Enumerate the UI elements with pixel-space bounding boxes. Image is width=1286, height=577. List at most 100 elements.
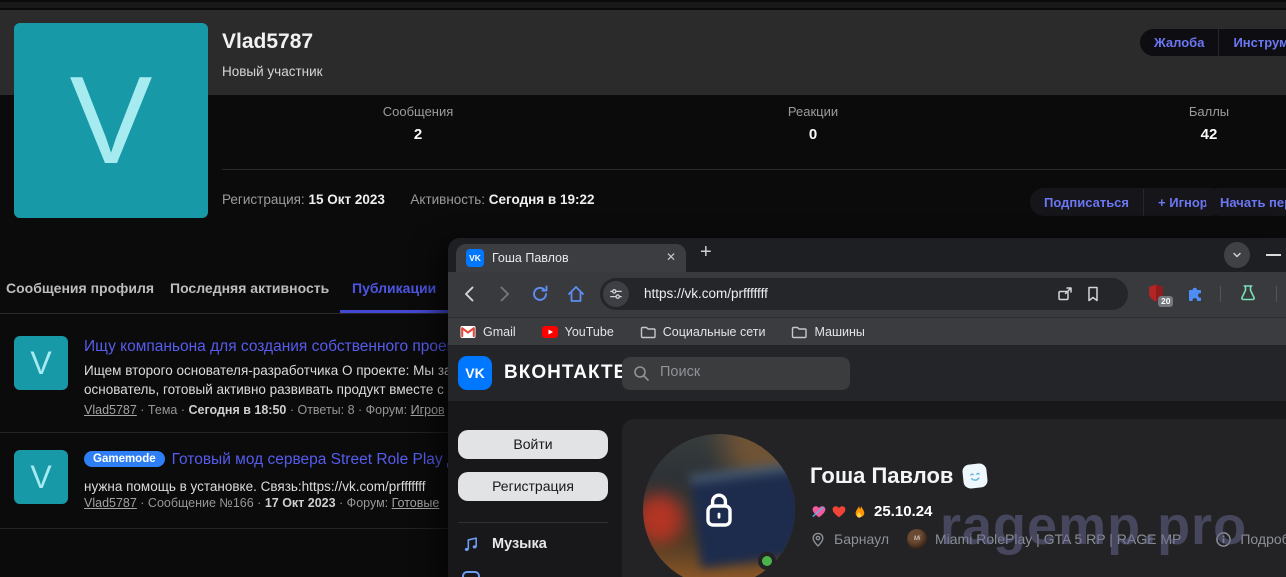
registration-date: 15 Окт 2023 bbox=[308, 192, 384, 207]
extensions-puzzle-icon[interactable] bbox=[1186, 283, 1206, 303]
info-icon bbox=[1215, 531, 1232, 548]
red-heart-emoji bbox=[830, 503, 848, 520]
tab-search-button[interactable] bbox=[1224, 242, 1250, 268]
search-input[interactable] bbox=[658, 363, 838, 381]
status-date: 25.10.24 bbox=[874, 503, 932, 520]
post-avatar[interactable]: V bbox=[14, 336, 68, 390]
heart-arrow-emoji bbox=[810, 503, 828, 520]
screen: V Vlad5787 Новый участник Жалоба Инструм… bbox=[0, 0, 1286, 577]
tab-latest-activity[interactable]: Последняя активность bbox=[170, 280, 329, 296]
stat-messages: Сообщения 2 bbox=[383, 104, 454, 143]
gamemode-badge: Gamemode bbox=[84, 451, 165, 467]
tab-profile-posts[interactable]: Сообщения профиля bbox=[6, 280, 154, 296]
vk-sidebar-divider bbox=[458, 522, 608, 523]
tab-title: Гоша Павлов bbox=[492, 251, 569, 265]
youtube-icon bbox=[542, 326, 558, 338]
start-conversation-group: Начать переписку bbox=[1206, 188, 1286, 216]
url-text[interactable]: https://vk.com/prfffffff bbox=[644, 286, 768, 301]
flask-extension-icon[interactable] bbox=[1238, 283, 1258, 303]
tools-button[interactable]: Инструменты bbox=[1219, 29, 1286, 56]
reload-icon[interactable] bbox=[530, 284, 550, 304]
vk-profile-status: 25.10.24 bbox=[810, 503, 932, 520]
miami-community-logo: Mi bbox=[907, 529, 927, 549]
post-body: Ищем второго основателя-разработчика О п… bbox=[84, 361, 459, 399]
stat-points: Баллы 42 bbox=[1189, 104, 1229, 143]
bookmark-gmail[interactable]: Gmail bbox=[460, 325, 516, 339]
browser-tab-strip: VK Гоша Павлов ✕ + bbox=[448, 238, 1286, 272]
vk-profile-name-row: Гоша Павлов bbox=[810, 463, 987, 489]
post-author-link[interactable]: Vlad5787 bbox=[84, 496, 137, 510]
toolbar-separator bbox=[1276, 286, 1277, 302]
stats-divider bbox=[222, 169, 1286, 170]
browser-window: VK Гоша Павлов ✕ + bbox=[448, 238, 1286, 577]
vk-menu-music[interactable]: Музыка bbox=[462, 535, 547, 553]
browser-tab[interactable]: VK Гоша Павлов ✕ bbox=[456, 244, 686, 272]
vk-favicon: VK bbox=[466, 249, 484, 267]
vk-profile-card: Гоша Павлов bbox=[622, 419, 1286, 577]
address-bar[interactable]: https://vk.com/prfffffff bbox=[600, 278, 1128, 310]
post-forum-link[interactable]: Готовые bbox=[392, 496, 440, 510]
browser-toolbar: https://vk.com/prfffffff 20 bbox=[448, 272, 1286, 317]
location-pin-icon bbox=[810, 531, 826, 548]
gmail-icon bbox=[460, 325, 476, 339]
lock-icon bbox=[699, 488, 739, 532]
smiley-sticker-emoji bbox=[962, 463, 988, 489]
site-info-icon[interactable] bbox=[603, 281, 629, 307]
report-button[interactable]: Жалоба bbox=[1140, 29, 1218, 56]
fire-emoji bbox=[850, 503, 868, 520]
bookmarks-bar: Gmail YouTube Социальные сети Машины bbox=[448, 317, 1286, 345]
vk-wordmark[interactable]: ВКОНТАКТЕ bbox=[504, 362, 627, 384]
profile-top-actions: Жалоба Инструменты bbox=[1140, 29, 1286, 56]
post-avatar[interactable]: V bbox=[14, 450, 68, 504]
vk-header: VK ВКОНТАКТЕ bbox=[448, 345, 1286, 401]
extension-badge: 20 bbox=[1158, 296, 1173, 307]
vk-register-button[interactable]: Регистрация bbox=[458, 472, 608, 501]
post-body: нужна помощь в установке. Связь:https://… bbox=[84, 477, 426, 496]
home-icon[interactable] bbox=[566, 284, 586, 304]
location-text[interactable]: Барнаул bbox=[834, 531, 889, 547]
folder-icon bbox=[640, 325, 656, 339]
vk-search[interactable] bbox=[622, 357, 850, 390]
details-link[interactable]: Подробнее bbox=[1240, 531, 1286, 547]
post-forum-link[interactable]: Игров bbox=[411, 403, 445, 417]
new-tab-button[interactable]: + bbox=[700, 241, 712, 264]
bookmark-youtube[interactable]: YouTube bbox=[542, 325, 614, 339]
community-text[interactable]: Miami RolePlay | GTA 5 RP | RAGE MP bbox=[935, 531, 1181, 547]
back-icon[interactable] bbox=[460, 284, 480, 304]
vk-page: VK ВКОНТАКТЕ Войти Регистрация bbox=[448, 345, 1286, 577]
vk-login-button[interactable]: Войти bbox=[458, 430, 608, 459]
folder-icon bbox=[791, 325, 807, 339]
share-icon[interactable] bbox=[1056, 285, 1074, 303]
forward-icon[interactable] bbox=[494, 284, 514, 304]
post-author-link[interactable]: Vlad5787 bbox=[84, 403, 137, 417]
stat-reactions: Реакции 0 bbox=[788, 104, 838, 143]
profile-avatar[interactable]: V bbox=[14, 23, 208, 218]
music-note-icon bbox=[462, 535, 480, 553]
profile-role: Новый участник bbox=[222, 64, 323, 79]
activity-date: Сегодня в 19:22 bbox=[489, 192, 595, 207]
chevron-down-icon bbox=[1231, 249, 1243, 261]
online-indicator bbox=[758, 552, 776, 570]
post-title-row: Gamemode Готовый мод сервера Street Role … bbox=[84, 451, 473, 469]
post-meta: Vlad5787 · Сообщение №166 · 17 Окт 2023 … bbox=[84, 496, 439, 510]
post-title-link[interactable]: Ищу компаньона для создания собственного… bbox=[84, 338, 453, 356]
follow-button[interactable]: Подписаться bbox=[1030, 189, 1143, 216]
profile-username: Vlad5787 bbox=[222, 30, 313, 54]
search-icon bbox=[633, 365, 650, 382]
minimize-button[interactable] bbox=[1266, 254, 1281, 256]
message-button[interactable]: Начать переписку bbox=[1206, 189, 1286, 216]
avatar-letter: V bbox=[70, 59, 153, 183]
vk-logo[interactable]: VK bbox=[458, 356, 492, 390]
forum-top-strip bbox=[0, 2, 1286, 8]
registration-row: Регистрация: 15 Окт 2023 Активность: Сег… bbox=[222, 192, 595, 207]
post-title-link[interactable]: Готовый мод сервера Street Role Play для bbox=[172, 451, 474, 468]
post-meta: Vlad5787 · Тема · Сегодня в 18:50 · Отве… bbox=[84, 403, 445, 417]
bookmark-folder-cars[interactable]: Машины bbox=[791, 325, 864, 339]
tab-publications[interactable]: Публикации bbox=[352, 280, 436, 296]
vk-menu-video-icon[interactable] bbox=[462, 571, 480, 577]
toolbar-separator bbox=[1220, 286, 1221, 302]
bookmark-icon[interactable] bbox=[1084, 285, 1102, 303]
profile-action-group: Подписаться + Игнор. bbox=[1030, 188, 1225, 216]
bookmark-folder-social[interactable]: Социальные сети bbox=[640, 325, 766, 339]
tab-close-icon[interactable]: ✕ bbox=[666, 250, 676, 264]
